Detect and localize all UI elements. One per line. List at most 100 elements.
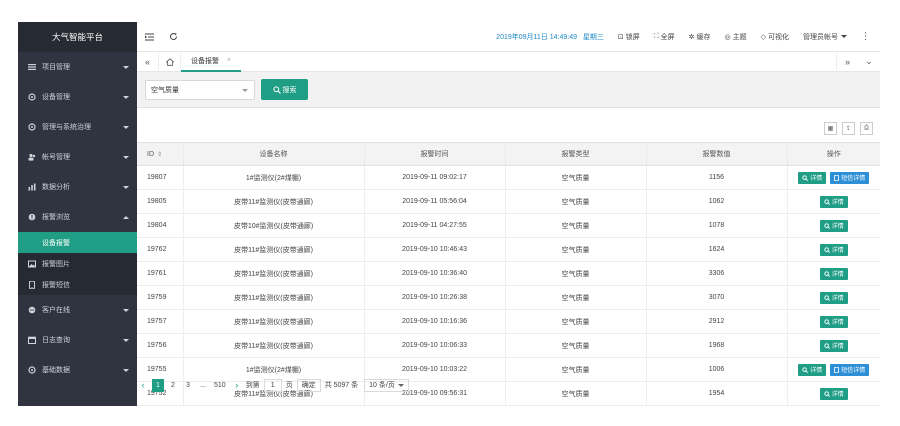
sidebar-item-alarm[interactable]: 报警浏览	[18, 202, 137, 232]
detail-button[interactable]: 详情	[819, 219, 848, 232]
header-label: ID	[147, 150, 154, 158]
prev-page-icon[interactable]: ‹	[137, 379, 149, 392]
detail-label: 详情	[831, 296, 844, 302]
page-last[interactable]: 510	[212, 379, 228, 392]
scroll-right-icon[interactable]: »	[836, 51, 858, 72]
lock-screen-button[interactable]: ⊡ 锁屏	[618, 32, 640, 42]
cell-device-name: 皮带10#监测仪(皮带通廊)	[182, 213, 364, 238]
column-header-actions: 操作	[786, 142, 880, 166]
export-icon[interactable]: ⇪	[842, 122, 855, 135]
page-2[interactable]: 2	[167, 379, 179, 392]
cell-alarm-time: 2019-09-11 09:02:17	[363, 165, 505, 190]
more-vertical-icon[interactable]: ⋮	[861, 31, 870, 42]
sidebar-item-label: 帐号管理	[42, 154, 70, 161]
cell-id: 19762	[137, 237, 183, 262]
sidebar-item-basic-data[interactable]: 基础数据	[18, 355, 137, 385]
goto-page-input[interactable]: 1	[263, 378, 282, 392]
cell-alarm-value: 1968	[645, 333, 787, 358]
cell-device-name: 皮带11#监测仪(皮带通廊)	[182, 189, 364, 214]
cell-alarm-type: 空气质量	[504, 333, 646, 358]
cell-alarm-value: 1156	[645, 165, 787, 190]
sidebar-item-log[interactable]: 日志查询	[18, 325, 137, 355]
app-window: 大气智能平台 项目管理 设备管理 管理与系统治理 帐号管理 数据分析 报警浏览 …	[18, 22, 880, 406]
cell-actions: 详情	[786, 213, 880, 238]
cell-alarm-type: 空气质量	[504, 165, 646, 190]
alarm-icon	[28, 213, 36, 221]
sms-label: 短信详情	[841, 176, 866, 182]
cell-alarm-value: 1078	[645, 213, 787, 238]
print-icon[interactable]: ⎙	[860, 122, 873, 135]
sidebar-item-customer-online[interactable]: 客户在线	[18, 295, 137, 325]
chat-icon	[28, 306, 36, 314]
tab-device-alarm[interactable]: 设备报警 ×	[181, 52, 242, 72]
page-unit-label: 页	[285, 382, 293, 389]
sidebar-item-account[interactable]: 帐号管理	[18, 142, 137, 172]
visualization-button[interactable]: ◇ 可视化	[761, 32, 789, 42]
search-icon	[272, 85, 281, 94]
admin-menu[interactable]: 管理员帐号	[803, 32, 847, 42]
detail-button[interactable]: 详情	[819, 339, 848, 352]
cell-device-name: 1#监测仪(2#煤棚)	[182, 165, 364, 190]
cell-alarm-time: 2019-09-10 10:26:38	[363, 285, 505, 310]
chevron-down-icon	[123, 155, 129, 159]
detail-button[interactable]: 详情	[819, 291, 848, 304]
sidebar-subitem-label: 报警图片	[42, 260, 70, 268]
refresh-icon[interactable]	[161, 22, 185, 52]
page-3[interactable]: 3	[182, 379, 194, 392]
cell-alarm-value: 2912	[645, 309, 787, 334]
detail-button[interactable]: 详情	[819, 267, 848, 280]
theme-icon: ◎	[724, 33, 731, 41]
detail-label: 详情	[831, 320, 844, 326]
fullscreen-button[interactable]: ⛶ 全屏	[654, 32, 675, 42]
gear-icon	[28, 93, 36, 101]
sidebar-item-system[interactable]: 管理与系统治理	[18, 112, 137, 142]
home-icon[interactable]	[159, 51, 181, 72]
detail-label: 详情	[831, 248, 844, 254]
detail-button[interactable]: 详情	[819, 195, 848, 208]
search-button[interactable]: 搜索	[261, 79, 308, 100]
cache-button[interactable]: ✲ 缓存	[689, 32, 711, 42]
phone-icon	[28, 280, 36, 289]
columns-icon[interactable]: ▦	[824, 122, 837, 135]
table-row: 19761 皮带11#监测仪(皮带通廊) 2019-09-10 10:36:40 空气…	[137, 261, 880, 286]
cell-alarm-type: 空气质量	[504, 285, 646, 310]
chevron-down-icon[interactable]: ⌄	[858, 52, 880, 72]
page-1[interactable]: 1	[152, 378, 164, 392]
detail-button[interactable]: 详情	[819, 243, 848, 256]
detail-button[interactable]: 详情	[819, 315, 848, 328]
cell-id: 19756	[137, 333, 183, 358]
sidebar-subitem-alarm-images[interactable]: 报警图片	[18, 253, 137, 274]
sms-detail-button[interactable]: 短信详情	[830, 171, 870, 184]
search-button-label: 搜索	[282, 86, 297, 94]
sidebar-item-project[interactable]: 项目管理	[18, 52, 137, 82]
alarm-type-select[interactable]: 空气质量	[145, 80, 255, 100]
pagination: ‹ 1 2 3 ... 510 › 到第 1 页 确定 共 5097 条 10 …	[137, 374, 880, 396]
sidebar-subitem-device-alarm[interactable]: 设备报警	[18, 232, 137, 253]
sidebar-subitem-alarm-sms[interactable]: 报警短信	[18, 274, 137, 295]
cell-actions: 详情	[786, 309, 880, 334]
tool-label: 全屏	[660, 33, 675, 41]
cell-alarm-time: 2019-09-10 10:36:40	[363, 261, 505, 286]
search-panel: 空气质量 搜索	[137, 72, 880, 108]
page-size-select[interactable]: 10 条/页	[364, 378, 409, 392]
detail-button[interactable]: 详情	[798, 171, 827, 184]
theme-button[interactable]: ◎ 主题	[725, 32, 747, 42]
column-header-alarm-value: 报警数值	[645, 142, 787, 166]
cell-device-name: 皮带11#监测仪(皮带通廊)	[182, 333, 364, 358]
cell-device-name: 皮带11#监测仪(皮带通廊)	[182, 261, 364, 286]
menu-toggle-icon[interactable]	[137, 22, 161, 52]
cell-alarm-time: 2019-09-11 05:56:04	[363, 189, 505, 214]
close-icon[interactable]: ×	[227, 57, 231, 64]
goto-confirm-button[interactable]: 确定	[296, 378, 321, 392]
sidebar-item-device[interactable]: 设备管理	[18, 82, 137, 112]
page-ellipsis: ...	[200, 381, 206, 389]
search-icon	[824, 342, 830, 349]
next-page-icon[interactable]: ›	[231, 379, 243, 392]
gear-icon	[28, 123, 36, 131]
sidebar-item-analysis[interactable]: 数据分析	[18, 172, 137, 202]
alarm-table: ID ⇕ 设备名称 报警时间 报警类型 报警数值 操作 19807 1#监测仪(2#…	[137, 142, 880, 406]
sidebar-item-label: 客户在线	[42, 307, 70, 314]
column-header-id[interactable]: ID ⇕	[137, 142, 183, 166]
sort-icon[interactable]: ⇕	[157, 152, 162, 158]
scroll-left-icon[interactable]: «	[137, 51, 159, 72]
